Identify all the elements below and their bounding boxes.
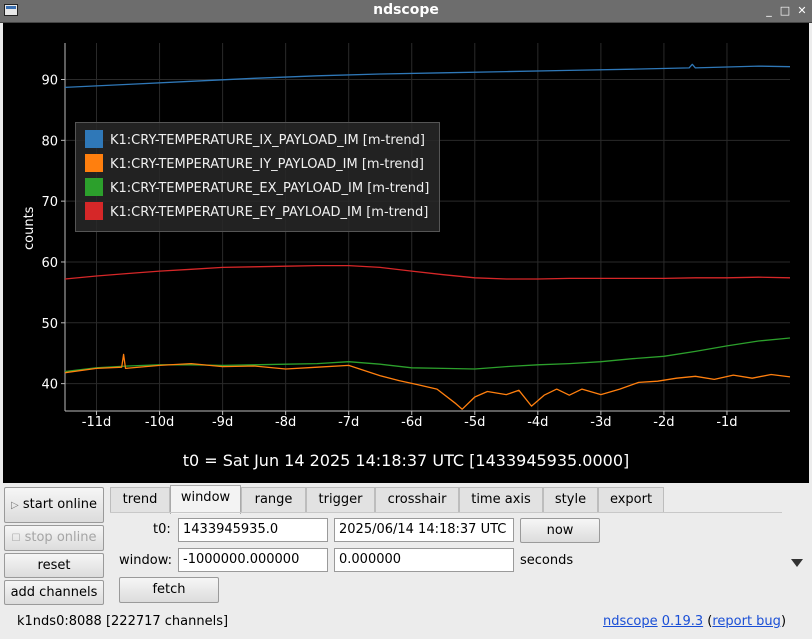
close-icon[interactable]: ✕ <box>795 3 809 19</box>
tab-export[interactable]: export <box>598 487 664 513</box>
legend-label: K1:CRY-TEMPERATURE_IX_PAYLOAD_IM [m-tren… <box>110 133 425 148</box>
legend-entry[interactable]: K1:CRY-TEMPERATURE_EX_PAYLOAD_IM [m-tren… <box>85 178 430 199</box>
tab-range[interactable]: range <box>241 487 306 513</box>
legend-swatch <box>85 130 103 148</box>
version-info: ndscope 0.19.3 (report bug) <box>603 614 787 629</box>
tab-time-axis[interactable]: time axis <box>459 487 543 513</box>
start-online-button[interactable]: ▷ start online <box>4 487 104 523</box>
tab-crosshair[interactable]: crosshair <box>375 487 459 513</box>
fetch-button[interactable]: fetch <box>119 577 219 603</box>
stop-online-button[interactable]: ☐ stop online <box>4 525 104 551</box>
plot-frame <box>3 23 809 483</box>
maximize-icon[interactable]: □ <box>778 3 792 19</box>
legend-label: K1:CRY-TEMPERATURE_IY_PAYLOAD_IM [m-tren… <box>110 157 424 172</box>
reset-button[interactable]: reset <box>4 553 104 578</box>
stop-online-label: stop online <box>24 530 97 545</box>
tab-pane-border <box>110 512 782 513</box>
collapse-arrow-icon[interactable] <box>791 559 803 567</box>
legend-label: K1:CRY-TEMPERATURE_EY_PAYLOAD_IM [m-tren… <box>110 205 429 220</box>
nds-server: k1nds0:8088 <box>17 614 102 629</box>
play-icon: ▷ <box>11 500 19 511</box>
start-online-label: start online <box>22 497 97 512</box>
window-title: ndscope <box>373 2 439 18</box>
legend-entry[interactable]: K1:CRY-TEMPERATURE_IX_PAYLOAD_IM [m-tren… <box>85 130 425 151</box>
report-bug-link[interactable]: report bug <box>712 614 781 629</box>
channel-count: [222717 channels] <box>105 614 229 629</box>
tab-trigger[interactable]: trigger <box>306 487 375 513</box>
legend-label: K1:CRY-TEMPERATURE_EX_PAYLOAD_IM [m-tren… <box>110 181 430 196</box>
status-bar: k1nds0:8088 [222717 channels] <box>17 614 228 629</box>
window-end-input[interactable]: 0.000000 <box>334 548 514 572</box>
add-channels-button[interactable]: add channels <box>4 580 104 605</box>
t0-gps-input[interactable]: 1433945935.0 <box>178 518 328 542</box>
window-start-input[interactable]: -1000000.000000 <box>178 548 328 572</box>
t0-utc-input[interactable]: 2025/06/14 14:18:37 UTC <box>334 518 514 542</box>
legend-swatch <box>85 202 103 220</box>
tab-style[interactable]: style <box>543 487 598 513</box>
window-field-label: window: <box>119 553 172 568</box>
version-link[interactable]: 0.19.3 <box>662 614 703 629</box>
tab-window[interactable]: window <box>170 485 241 514</box>
legend-swatch <box>85 154 103 172</box>
legend-entry[interactable]: K1:CRY-TEMPERATURE_EY_PAYLOAD_IM [m-tren… <box>85 202 429 223</box>
legend-entry[interactable]: K1:CRY-TEMPERATURE_IY_PAYLOAD_IM [m-tren… <box>85 154 424 175</box>
stop-icon: ☐ <box>11 533 21 544</box>
plot-legend: K1:CRY-TEMPERATURE_IX_PAYLOAD_IM [m-tren… <box>75 122 440 232</box>
title-bar: ndscope _ □ ✕ <box>0 0 812 23</box>
tab-trend[interactable]: trend <box>110 487 170 513</box>
t0-label: t0 = Sat Jun 14 2025 14:18:37 UTC [14339… <box>182 451 630 470</box>
t0-field-label: t0: <box>153 522 171 537</box>
legend-swatch <box>85 178 103 196</box>
minimize-icon[interactable]: _ <box>762 3 776 19</box>
ndscope-link[interactable]: ndscope <box>603 614 658 629</box>
seconds-label: seconds <box>520 553 574 568</box>
y-axis-label: counts <box>22 206 37 250</box>
now-button[interactable]: now <box>520 518 600 543</box>
